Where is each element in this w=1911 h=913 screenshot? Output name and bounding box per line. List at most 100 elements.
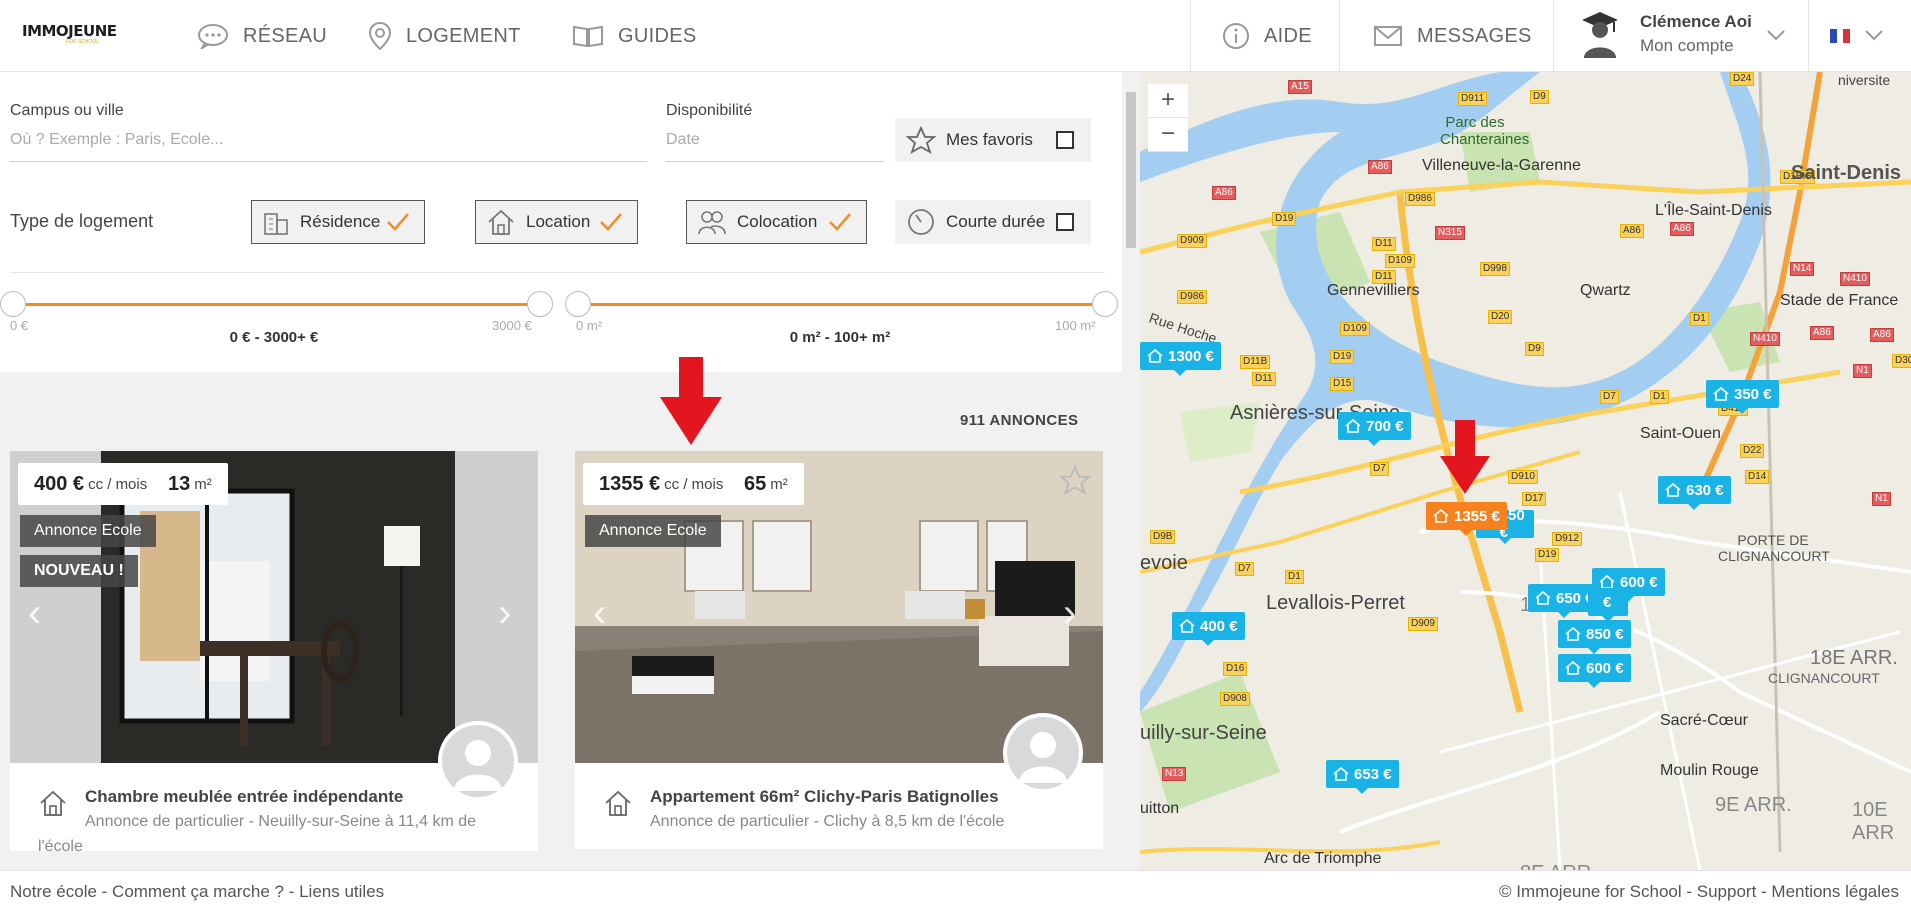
road-label: D911 (1458, 92, 1488, 106)
listings-scrollbar[interactable] (1122, 72, 1140, 870)
map-place: Villeneuve-la-Garenne (1422, 157, 1581, 174)
price-slider-min-handle[interactable] (0, 291, 26, 317)
listing-title[interactable]: Chambre meublée entrée indépendante (85, 787, 403, 807)
footer-links-right[interactable]: © Immojeune for School - Support - Menti… (1499, 882, 1899, 902)
road-label: D16 (1223, 662, 1248, 676)
listing-card[interactable]: 1355 € cc / mois 65 m² Annonce Ecole ‹ ›… (575, 451, 1103, 849)
map-place: L'Île-Saint-Denis (1655, 202, 1772, 219)
map-place: CLIGNANCOURT (1768, 670, 1880, 686)
nav-reseau[interactable]: RÉSEAU (197, 0, 327, 72)
map-price-pin[interactable]: € (1588, 588, 1628, 622)
map-place: Sacré-Cœur (1660, 712, 1749, 729)
info-icon (1223, 23, 1249, 49)
nav-logement[interactable]: LOGEMENT (368, 0, 521, 72)
footer: Notre école - Comment ça marche ? - Lien… (0, 870, 1911, 913)
building-icon (264, 213, 288, 235)
road-label: D19 (1330, 350, 1355, 364)
map-place: Arc de Triomphe (1264, 850, 1382, 867)
map-place: 18E ARR. (1810, 647, 1898, 669)
road-label: A15 (1288, 80, 1312, 94)
user-avatar-icon[interactable] (1580, 10, 1620, 60)
listing-card[interactable]: 400 € cc / mois 13 m² Annonce Ecole NOUV… (10, 451, 538, 855)
chevron-left-icon[interactable]: ‹ (28, 591, 41, 636)
map-price-pin[interactable]: 350 € (1706, 380, 1779, 414)
checkmark-icon (600, 213, 622, 231)
nav-aide[interactable]: AIDE (1222, 0, 1312, 72)
map-place: Qwartz (1580, 282, 1631, 299)
nav-divider (1190, 0, 1191, 72)
road-label: D912 (1552, 532, 1582, 546)
account-link[interactable]: Mon compte (1640, 36, 1734, 56)
date-input[interactable]: Date (666, 131, 700, 149)
chevron-right-icon[interactable]: › (498, 591, 511, 636)
nav-divider (1553, 0, 1554, 72)
map-price-pin[interactable]: 700 € (1338, 412, 1411, 446)
scroll-thumb[interactable] (1126, 92, 1136, 248)
chevron-right-icon[interactable]: › (1063, 591, 1076, 636)
map-price-pin[interactable]: 653 € (1326, 760, 1399, 794)
favoris-checkbox[interactable] (1056, 131, 1074, 149)
pin-label: € (1603, 593, 1612, 611)
chevron-down-icon[interactable] (1864, 28, 1884, 42)
map-place: uilly-sur-Seine (1140, 722, 1267, 744)
surface-unit: m² (770, 475, 788, 493)
pin-label: 630 € (1686, 481, 1724, 499)
pin-label: 600 € (1586, 659, 1624, 677)
filters-divider (10, 272, 1105, 273)
listing-photo[interactable]: 1355 € cc / mois 65 m² Annonce Ecole ‹ › (575, 451, 1103, 763)
road-label: A86 (1368, 160, 1392, 174)
courte-duree-filter[interactable]: Courte durée (895, 200, 1091, 244)
french-flag-icon[interactable] (1830, 29, 1850, 43)
favorite-star-icon[interactable] (1059, 465, 1091, 495)
surface-slider-min-handle[interactable] (565, 291, 591, 317)
type-location[interactable]: Location (475, 200, 638, 244)
price-slider-max-handle[interactable] (527, 291, 553, 317)
pin-label: 400 € (1200, 617, 1238, 635)
footer-links-left[interactable]: Notre école - Comment ça marche ? - Lien… (10, 882, 384, 902)
road-label: D998 (1480, 262, 1510, 276)
nav-messages[interactable]: MESSAGES (1373, 0, 1532, 72)
type-residence[interactable]: Résidence (251, 200, 425, 244)
campus-label: Campus ou ville (10, 102, 124, 119)
checkmark-icon (829, 213, 851, 231)
campus-underline (10, 161, 647, 162)
user-silhouette-icon (454, 740, 502, 791)
map-place: Moulin Rouge (1660, 762, 1759, 779)
road-label: D14 (1745, 470, 1770, 484)
map-price-pin[interactable]: 630 € (1658, 476, 1731, 510)
nav-logement-label: LOGEMENT (406, 24, 521, 47)
user-name[interactable]: Clémence Aoi (1640, 12, 1752, 32)
map-view[interactable]: A15 D911 D9 A86 A86 D986 N315 D909 D19 D… (1140, 72, 1911, 870)
map-price-pin[interactable]: 400 € (1172, 612, 1245, 646)
checkmark-icon (387, 213, 409, 231)
type-colocation[interactable]: Colocation (686, 200, 867, 244)
logo[interactable]: IMMOJEUNE FOR SCHOOL (22, 22, 117, 52)
zoom-in-button[interactable]: + (1148, 84, 1188, 118)
price-slider-track[interactable] (12, 303, 536, 306)
surface-min: 0 m² (576, 318, 602, 333)
map-price-pin[interactable]: 1300 € (1140, 342, 1221, 376)
nav-divider (1808, 0, 1809, 72)
map-price-pin-selected[interactable]: 1355 € (1426, 502, 1507, 536)
road-label: D909 (1177, 234, 1207, 248)
road-label: N14 (1790, 262, 1815, 276)
campus-input[interactable]: Où ? Exemple : Paris, Ecole... (10, 131, 223, 149)
road-label: D1 (1285, 570, 1304, 584)
surface-slider-max-handle[interactable] (1092, 291, 1118, 317)
map-place: Levallois-Perret (1266, 592, 1405, 614)
road-label: A86 (1212, 186, 1236, 200)
listing-photo[interactable]: 400 € cc / mois 13 m² Annonce Ecole NOUV… (10, 451, 538, 763)
surface-unit: m² (194, 475, 212, 493)
map-price-pin[interactable]: 600 € (1558, 654, 1631, 688)
chevron-down-icon[interactable] (1766, 28, 1786, 42)
surface-slider-track[interactable] (578, 303, 1104, 306)
listing-title[interactable]: Appartement 66m² Clichy-Paris Batignolle… (650, 787, 999, 807)
map-place: 9E ARR. (1715, 794, 1792, 816)
nav-guides[interactable]: GUIDES (572, 0, 696, 72)
courte-duree-checkbox[interactable] (1056, 213, 1074, 231)
road-label: D109 (1340, 322, 1370, 336)
zoom-out-button[interactable]: − (1148, 118, 1188, 152)
map-price-pin[interactable]: 850 € (1558, 620, 1631, 654)
chevron-left-icon[interactable]: ‹ (593, 591, 606, 636)
favoris-filter[interactable]: Mes favoris (895, 118, 1091, 162)
